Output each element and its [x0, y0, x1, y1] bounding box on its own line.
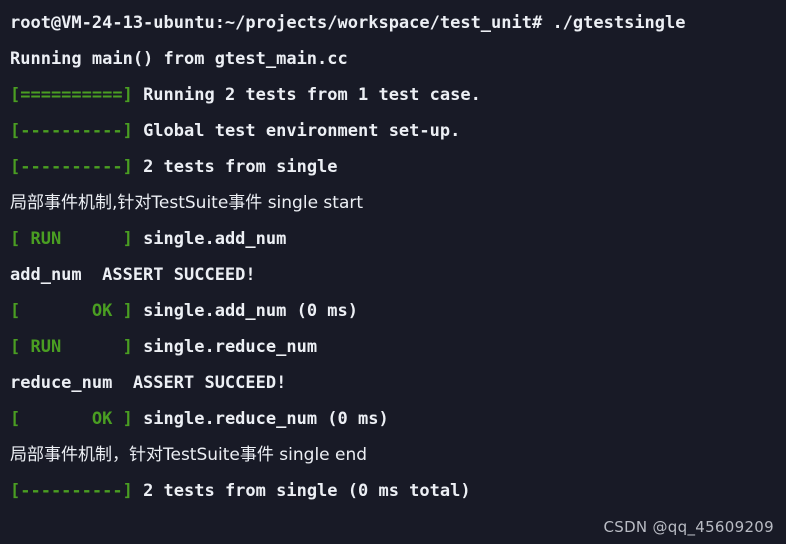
- terminal-text: add_num ASSERT SUCCEED!: [10, 265, 256, 285]
- terminal-line-assert-add-num: add_num ASSERT SUCCEED!: [10, 262, 256, 288]
- terminal-line-running-tests-banner: [==========] Running 2 tests from 1 test…: [10, 82, 481, 108]
- terminal-line-assert-reduce-num: reduce_num ASSERT SUCCEED!: [10, 370, 286, 396]
- terminal-text: 2 tests from single: [132, 157, 338, 177]
- terminal-line-global-env-setup: [----------] Global test environment set…: [10, 118, 460, 144]
- status-badge: [ RUN ]: [10, 337, 133, 357]
- terminal-line-suite-start-cn: 局部事件机制,针对TestSuite事件 single start: [10, 190, 363, 216]
- terminal-text: 2 tests from single (0 ms total): [132, 481, 471, 501]
- terminal-text: root@VM-24-13-ubuntu:~/projects/workspac…: [10, 13, 686, 33]
- terminal-text: single.add_num (0 ms): [132, 301, 358, 321]
- terminal-text: single.reduce_num (0 ms): [132, 409, 389, 429]
- terminal-text: Global test environment set-up.: [132, 121, 461, 141]
- status-badge: [ RUN ]: [10, 229, 133, 249]
- terminal-window[interactable]: root@VM-24-13-ubuntu:~/projects/workspac…: [0, 0, 786, 544]
- terminal-line-run-reduce-num: [ RUN ] single.reduce_num: [10, 334, 317, 360]
- terminal-line-ok-reduce-num: [ OK ] single.reduce_num (0 ms): [10, 406, 389, 432]
- terminal-line-suite-end-cn: 局部事件机制，针对TestSuite事件 single end: [10, 442, 367, 468]
- status-badge: [----------]: [10, 121, 133, 141]
- status-badge: [==========]: [10, 85, 133, 105]
- terminal-line-prompt-command: root@VM-24-13-ubuntu:~/projects/workspac…: [10, 10, 686, 36]
- terminal-text: reduce_num ASSERT SUCCEED!: [10, 373, 287, 393]
- terminal-line-ok-add-num: [ OK ] single.add_num (0 ms): [10, 298, 358, 324]
- terminal-line-running-main: Running main() from gtest_main.cc: [10, 46, 348, 72]
- terminal-text: 局部事件机制，针对TestSuite事件 single end: [10, 445, 368, 465]
- terminal-line-run-add-num: [ RUN ] single.add_num: [10, 226, 286, 252]
- status-badge: [----------]: [10, 157, 133, 177]
- status-badge: [ OK ]: [10, 409, 133, 429]
- terminal-line-tests-from-single: [----------] 2 tests from single: [10, 154, 338, 180]
- status-badge: [ OK ]: [10, 301, 133, 321]
- terminal-line-tests-from-single-total: [----------] 2 tests from single (0 ms t…: [10, 478, 471, 504]
- terminal-text: Running 2 tests from 1 test case.: [132, 85, 481, 105]
- terminal-text: single.add_num: [132, 229, 287, 249]
- terminal-text: Running main() from gtest_main.cc: [10, 49, 348, 69]
- terminal-text: 局部事件机制,针对TestSuite事件 single start: [10, 193, 364, 213]
- status-badge: [----------]: [10, 481, 133, 501]
- watermark-label: CSDN @qq_45609209: [603, 518, 774, 536]
- terminal-text: single.reduce_num: [132, 337, 318, 357]
